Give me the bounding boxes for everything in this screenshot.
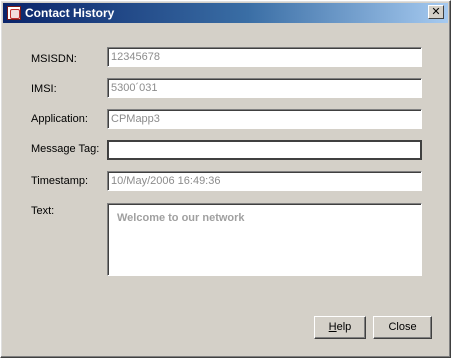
timestamp-label: Timestamp: — [31, 175, 89, 187]
application-label: Application: — [31, 113, 88, 125]
message-tag-field[interactable] — [107, 140, 422, 160]
help-label: elp — [336, 321, 352, 333]
msisdn-label: MSISDN: — [31, 53, 77, 65]
contact-history-dialog: Contact History ✕ MSISDN: 12345678 IMSI:… — [0, 0, 451, 358]
application-field[interactable]: CPMapp3 — [107, 109, 422, 129]
text-label: Text: — [31, 205, 55, 217]
imsi-field[interactable]: 5300´031 — [107, 78, 422, 98]
imsi-label: IMSI: — [31, 83, 57, 95]
text-area[interactable]: Welcome to our network — [107, 203, 422, 276]
app-icon — [7, 6, 21, 20]
help-button[interactable]: Help — [314, 316, 366, 339]
close-icon[interactable]: ✕ — [428, 5, 444, 19]
help-mnemonic: H — [328, 321, 337, 333]
msisdn-field[interactable]: 12345678 — [107, 47, 422, 67]
window-title: Contact History — [25, 6, 115, 20]
close-button[interactable]: Close — [373, 316, 432, 339]
timestamp-field[interactable]: 10/May/2006 16:49:36 — [107, 171, 422, 191]
title-bar[interactable]: Contact History ✕ — [3, 3, 448, 23]
message-tag-label: Message Tag: — [31, 143, 100, 155]
